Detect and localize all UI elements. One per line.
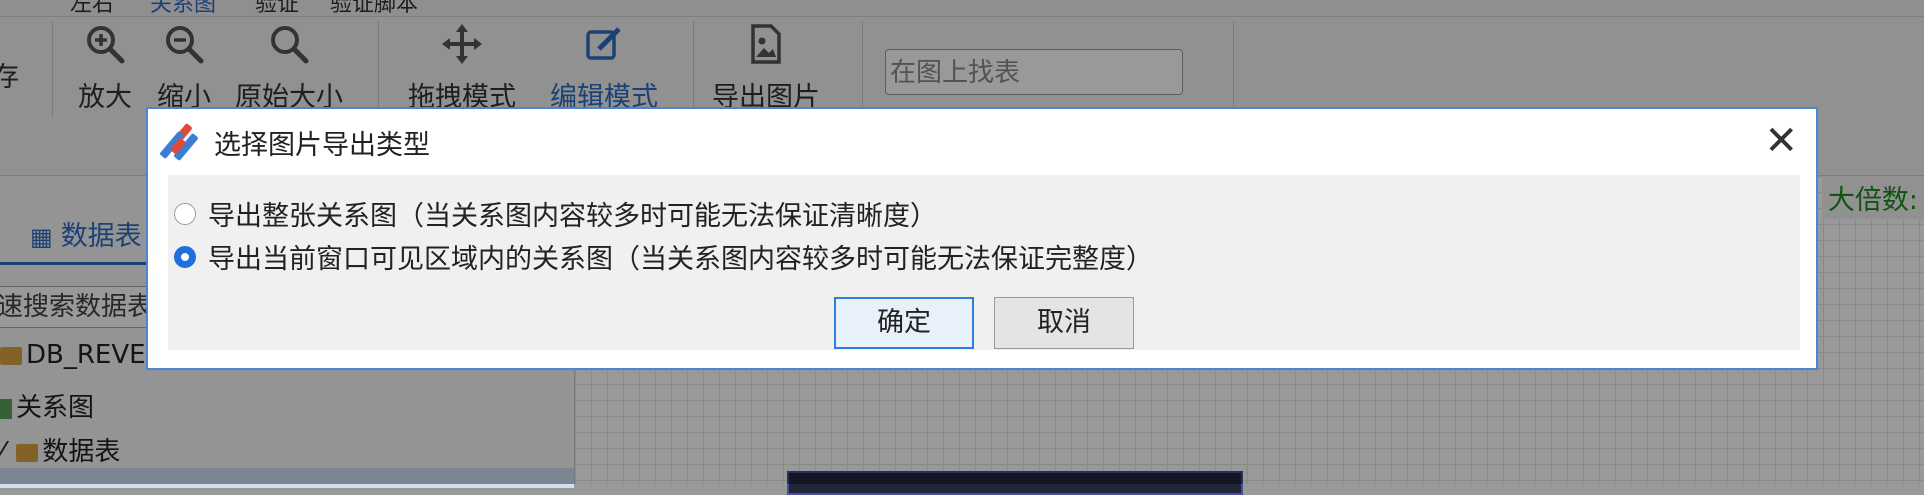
radio-whole-diagram[interactable] <box>174 202 196 225</box>
option-export-whole[interactable]: 导出整张关系图（当关系图内容较多时可能无法保证清晰度） <box>174 194 937 233</box>
dialog-titlebar: 选择图片导出类型 <box>158 117 430 167</box>
close-icon[interactable]: ✕ <box>1764 121 1798 161</box>
dialog-title: 选择图片导出类型 <box>214 129 430 161</box>
option-visible-label: 导出当前窗口可见区域内的关系图（当关系图内容较多时可能无法保证完整度） <box>208 244 1153 275</box>
app-logo-icon <box>158 120 202 164</box>
export-type-dialog: 选择图片导出类型 ✕ 导出整张关系图（当关系图内容较多时可能无法保证清晰度） 导… <box>146 107 1818 370</box>
dialog-body: 导出整张关系图（当关系图内容较多时可能无法保证清晰度） 导出当前窗口可见区域内的… <box>168 175 1800 350</box>
option-whole-label: 导出整张关系图（当关系图内容较多时可能无法保证清晰度） <box>208 201 937 232</box>
radio-visible-area[interactable] <box>174 245 196 268</box>
cancel-button[interactable]: 取消 <box>994 297 1134 349</box>
ok-button[interactable]: 确定 <box>834 297 974 349</box>
option-export-visible[interactable]: 导出当前窗口可见区域内的关系图（当关系图内容较多时可能无法保证完整度） <box>174 237 1153 276</box>
